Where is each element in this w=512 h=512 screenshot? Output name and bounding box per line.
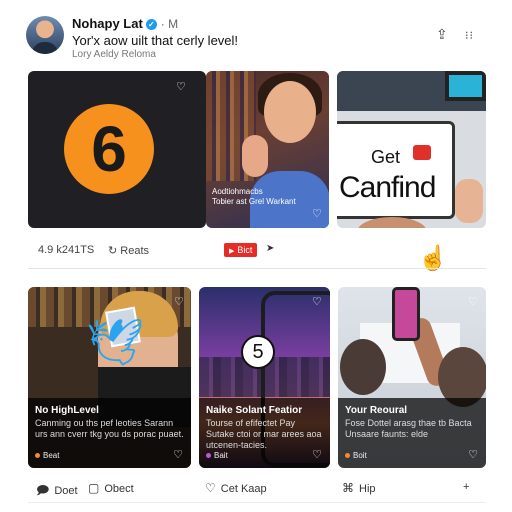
card-description: Fose Dottel arasg thae tb Bacta Unsaare … — [345, 418, 472, 439]
arrow-icon[interactable]: ➤ — [266, 243, 274, 254]
refresh-icon: ↻ — [108, 245, 121, 257]
action-label: Hip — [359, 483, 376, 495]
tag-dot — [345, 453, 350, 459]
card-description: Tourse of efifectet Pay Sutake ctoi or m… — [206, 418, 322, 450]
card-overlay: No HighLevel Canming ou ths pef leoties … — [28, 398, 191, 468]
card-tag-label: Boit — [353, 451, 367, 460]
post-time: · M — [160, 17, 179, 31]
reacts-button[interactable]: ↻ Reats — [108, 244, 149, 257]
tile-caption-line1: Aodtiohmacbs — [212, 187, 263, 196]
divider — [28, 502, 486, 503]
card-tag-label: Beat — [43, 451, 60, 460]
youtube-badge[interactable]: ▶ Bict — [224, 243, 258, 257]
card-title: No HighLevel — [35, 405, 99, 416]
card-tag: Boit — [345, 451, 367, 460]
content-card[interactable]: 🕊 ♡ No HighLevel Canming ou ths pef leot… — [28, 287, 191, 468]
verified-badge-icon: ✓ — [145, 19, 157, 31]
person-face — [264, 81, 316, 143]
phone-graphic — [392, 287, 420, 341]
heart-icon[interactable]: ♡ — [176, 80, 186, 93]
tag-dot — [35, 453, 40, 459]
tile-caption: Aodtiohmacbs Tobier ast Grel Warkant — [212, 187, 296, 207]
add-icon[interactable]: + — [463, 481, 469, 493]
number-badge: 5 — [241, 335, 275, 369]
person-hand — [242, 135, 268, 177]
content-card[interactable]: 5 ♡ Naike Solant Featior Tourse of efife… — [199, 287, 330, 468]
author-name[interactable]: Nohapy Lat — [72, 16, 143, 31]
card-overlay: Naike Solant Featior Tourse of efifectet… — [199, 398, 330, 468]
play-icon: ▶ — [229, 248, 235, 255]
reacts-label: Reats — [120, 245, 150, 257]
avatar[interactable] — [26, 16, 64, 54]
content-card[interactable]: ♡ Your Reoural Fose Dottel arasg thae tb… — [338, 287, 486, 468]
bird-icon: 🕊 — [86, 316, 145, 368]
card-tag: Bait — [206, 451, 228, 460]
media-tile-sign[interactable]: Get Canfind — [337, 71, 486, 228]
divider — [28, 268, 486, 269]
pin-icon: ⌘ — [342, 481, 354, 495]
card-overlay: Your Reoural Fose Dottel arasg thae tb B… — [338, 398, 486, 468]
monitor-graphic — [445, 71, 486, 101]
heart-icon[interactable]: ♡ — [173, 448, 183, 461]
comment-icon: 🗩 — [36, 483, 50, 497]
heart-icon[interactable]: ♡ — [312, 207, 322, 220]
more-options-icon[interactable]: ⁝⁝ — [465, 29, 474, 42]
chat-icon: ▢ — [88, 481, 100, 495]
action-button-2[interactable]: ▢ Obect — [88, 481, 134, 495]
views-count: 4.9 k241TS — [38, 244, 95, 256]
post-header: Nohapy Lat ✓ · M Yor'x aow uilt that cerly… — [0, 0, 512, 70]
post-tagline: Yor'x aow uilt that cerly level! — [72, 33, 239, 48]
card-description: Canming ou ths pef leoties Sarann urs an… — [35, 418, 184, 439]
heart-icon[interactable]: ♡ — [312, 295, 322, 308]
action-button-4[interactable]: ⌘ Hip — [342, 481, 376, 495]
sign-text-small: Get — [371, 147, 401, 167]
heart-icon: ♡ — [205, 481, 216, 495]
person-head — [340, 339, 386, 395]
orange-number-badge: 6 — [64, 104, 154, 194]
card-tag: Beat — [35, 451, 59, 460]
card-title: Naike Solant Featior — [206, 405, 303, 416]
avatar-suit — [32, 42, 58, 54]
author-name-row: Nohapy Lat ✓ · M — [72, 16, 178, 31]
card-title: Your Reoural — [345, 405, 408, 416]
media-tile-person[interactable]: Aodtiohmacbs Tobier ast Grel Warkant ♡ — [206, 71, 329, 228]
heart-icon[interactable]: ♡ — [468, 295, 478, 308]
action-label: Obect — [104, 483, 134, 495]
thumb-graphic — [455, 179, 483, 223]
chat-bubble-icon — [413, 145, 431, 160]
heart-icon[interactable]: ♡ — [468, 448, 478, 461]
tag-dot — [206, 453, 211, 459]
heart-icon[interactable]: ♡ — [312, 448, 322, 461]
media-tile-number[interactable]: 6 ♡ — [28, 71, 206, 228]
heart-icon[interactable]: ♡ — [174, 295, 184, 308]
tile-caption-line2: Tobier ast Grel Warkant — [212, 197, 296, 206]
action-label: Doet — [54, 485, 78, 497]
post-subtitle: Lory Aeldy Reloma — [72, 49, 156, 60]
card-tag-label: Bait — [214, 451, 228, 460]
action-label: Cet Kaap — [220, 483, 267, 495]
sign-text-big: Canfind — [339, 171, 436, 204]
action-button-1[interactable]: 🗩 Doet — [36, 481, 78, 502]
youtube-label: Bict — [237, 245, 253, 255]
action-button-3[interactable]: ♡ Cet Kaap — [205, 481, 267, 495]
share-icon[interactable]: ⇪ — [436, 26, 448, 43]
